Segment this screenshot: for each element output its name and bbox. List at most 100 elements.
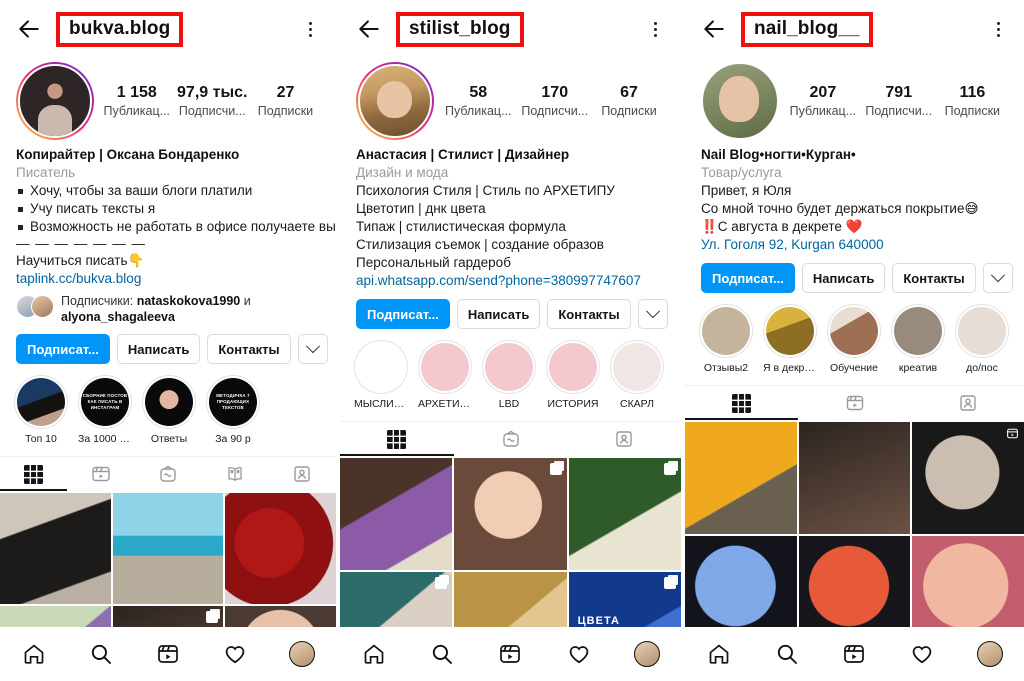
avatar[interactable] bbox=[701, 62, 779, 140]
highlight-item[interactable]: креатив bbox=[891, 304, 945, 374]
grid-cell[interactable] bbox=[112, 493, 224, 604]
grid-cell[interactable] bbox=[685, 422, 797, 534]
heart-icon bbox=[225, 646, 245, 664]
tab-tagged[interactable] bbox=[269, 457, 336, 491]
stat-value: 791 bbox=[885, 83, 913, 101]
message-button[interactable]: Написать bbox=[116, 334, 201, 364]
back-arrow-icon[interactable] bbox=[16, 16, 42, 42]
stat-posts[interactable]: 58 Публикац... bbox=[445, 83, 512, 120]
reels-icon bbox=[1007, 428, 1018, 439]
kebab-menu-icon[interactable] bbox=[300, 18, 320, 40]
more-options-button[interactable] bbox=[637, 299, 668, 329]
contacts-button[interactable]: Контакты bbox=[207, 334, 291, 364]
follow-button[interactable]: Подписат... bbox=[356, 299, 450, 329]
avatar-ring[interactable] bbox=[356, 62, 434, 140]
back-arrow-icon[interactable] bbox=[701, 16, 727, 42]
nav-reels[interactable] bbox=[841, 641, 867, 667]
nav-search[interactable] bbox=[88, 641, 114, 667]
grid-cell[interactable] bbox=[340, 458, 453, 571]
highlight-cover bbox=[546, 340, 600, 394]
mutual-name-2[interactable]: alyona_shagaleeva bbox=[61, 310, 175, 324]
tab-igtv[interactable] bbox=[454, 422, 568, 456]
highlight-item[interactable]: Обучение bbox=[827, 304, 881, 374]
highlight-cover bbox=[699, 304, 753, 358]
tab-reels[interactable] bbox=[798, 386, 911, 420]
tab-igtv[interactable] bbox=[134, 457, 201, 491]
nav-reels[interactable] bbox=[497, 641, 523, 667]
igtv-icon bbox=[502, 430, 519, 447]
highlight-item[interactable]: Я в декрете... bbox=[763, 304, 817, 374]
highlight-cover bbox=[418, 340, 472, 394]
highlight-item[interactable]: LBD bbox=[482, 340, 536, 410]
mutual-followers[interactable]: Подписчики: nataskokova1990 и alyona_shag… bbox=[16, 293, 320, 325]
stat-following[interactable]: 27 Подписки bbox=[254, 83, 316, 120]
nav-search[interactable] bbox=[429, 641, 455, 667]
highlight-item[interactable]: до/пос bbox=[955, 304, 1009, 374]
kebab-menu-icon[interactable] bbox=[988, 18, 1008, 40]
highlight-item[interactable]: СБОРНИК ПОСТОВ КАК ПИСАТЬ В ИНСТАГРАМ За… bbox=[78, 375, 132, 445]
nav-home[interactable] bbox=[361, 641, 387, 667]
avatar[interactable] bbox=[358, 64, 432, 138]
stat-posts[interactable]: 1 158 Публикац... bbox=[104, 83, 171, 120]
grid-cell[interactable] bbox=[0, 493, 111, 604]
grid-cell[interactable] bbox=[225, 493, 336, 604]
stat-following[interactable]: 116 Подписки bbox=[941, 83, 1003, 120]
bio-link[interactable]: api.whatsapp.com/send?phone=380997747607 bbox=[356, 272, 665, 290]
reels-icon bbox=[844, 645, 865, 663]
highlight-item[interactable]: Топ 10 bbox=[14, 375, 68, 445]
highlight-item[interactable]: ИСТОРИЯ bbox=[546, 340, 600, 410]
highlight-label: МЫСЛИ2Ч... bbox=[354, 398, 408, 410]
tab-grid[interactable] bbox=[340, 422, 454, 456]
profile-header-row: 1 158 Публикац... 97,9 тыс. Подписчи... … bbox=[0, 58, 336, 140]
back-arrow-icon[interactable] bbox=[356, 16, 382, 42]
highlight-item[interactable]: МЫСЛИ2Ч... bbox=[354, 340, 408, 410]
contacts-button[interactable]: Контакты bbox=[892, 263, 976, 293]
message-button[interactable]: Написать bbox=[456, 299, 541, 329]
stat-followers[interactable]: 170 Подписчи... bbox=[521, 83, 588, 120]
contacts-button[interactable]: Контакты bbox=[547, 299, 631, 329]
follow-button[interactable]: Подписат... bbox=[16, 334, 110, 364]
more-options-button[interactable] bbox=[297, 334, 328, 364]
nav-reels[interactable] bbox=[155, 641, 181, 667]
highlight-item[interactable]: МЕТОДИЧКА 7 ПРОДАЮЩИХ ТЕКСТОВ За 90 р bbox=[206, 375, 260, 445]
avatar-ring[interactable] bbox=[701, 62, 779, 140]
tab-tagged[interactable] bbox=[567, 422, 681, 456]
highlight-cover-image bbox=[145, 378, 193, 426]
follow-button[interactable]: Подписат... bbox=[701, 263, 795, 293]
tab-reels[interactable] bbox=[67, 457, 134, 491]
tab-grid[interactable] bbox=[0, 457, 67, 491]
stat-followers[interactable]: 97,9 тыс. Подписчи... bbox=[177, 83, 247, 120]
nav-home[interactable] bbox=[706, 641, 732, 667]
kebab-menu-icon[interactable] bbox=[645, 18, 665, 40]
stat-posts[interactable]: 207 Публикац... bbox=[790, 83, 857, 120]
message-button[interactable]: Написать bbox=[801, 263, 886, 293]
nav-activity[interactable] bbox=[909, 641, 935, 667]
grid-cell[interactable] bbox=[568, 458, 681, 571]
mutual-name-1[interactable]: nataskokova1990 bbox=[137, 294, 241, 308]
grid-cell[interactable] bbox=[454, 458, 567, 571]
nav-search[interactable] bbox=[774, 641, 800, 667]
grid-cell[interactable] bbox=[798, 422, 911, 534]
grid-cell[interactable] bbox=[912, 422, 1024, 534]
nav-activity[interactable] bbox=[222, 641, 248, 667]
bio-link[interactable]: taplink.cc/bukva.blog bbox=[16, 270, 320, 288]
stat-following[interactable]: 67 Подписки bbox=[598, 83, 660, 120]
highlight-item[interactable]: СКАРЛ bbox=[610, 340, 664, 410]
highlight-item[interactable]: Отзывы2 bbox=[699, 304, 753, 374]
tab-grid[interactable] bbox=[685, 386, 798, 420]
igtv-icon bbox=[160, 465, 176, 482]
nav-activity[interactable] bbox=[566, 641, 592, 667]
highlight-item[interactable]: Ответы bbox=[142, 375, 196, 445]
more-options-button[interactable] bbox=[982, 263, 1013, 293]
nav-profile[interactable] bbox=[633, 641, 660, 667]
stat-followers[interactable]: 791 Подписчи... bbox=[865, 83, 932, 120]
tab-tagged[interactable] bbox=[911, 386, 1024, 420]
nav-profile[interactable] bbox=[977, 641, 1004, 667]
nav-home[interactable] bbox=[21, 641, 47, 667]
bio-address-link[interactable]: Ул. Гоголя 92, Kurgan 640000 bbox=[701, 236, 1008, 254]
highlight-item[interactable]: АРХЕТИПЫ bbox=[418, 340, 472, 410]
nav-profile[interactable] bbox=[289, 641, 316, 667]
tab-guides[interactable] bbox=[202, 457, 269, 491]
avatar-ring[interactable] bbox=[16, 62, 94, 140]
avatar[interactable] bbox=[18, 64, 92, 138]
